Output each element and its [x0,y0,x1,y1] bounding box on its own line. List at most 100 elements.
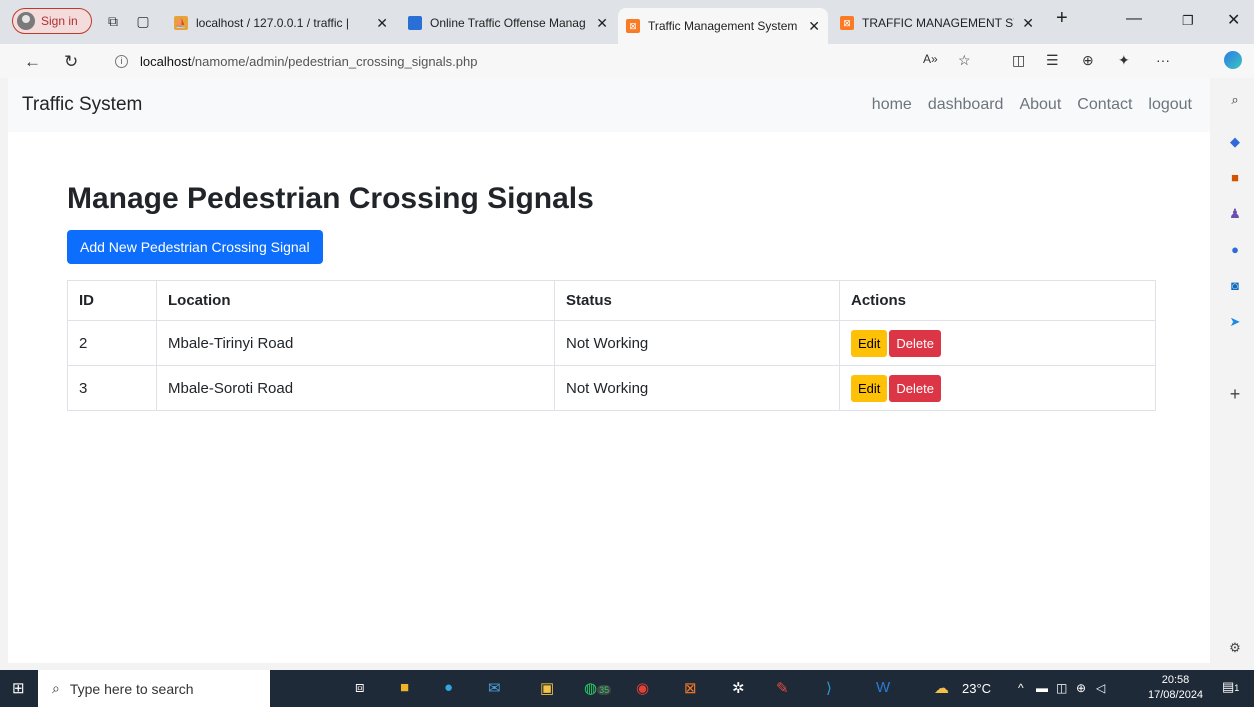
url-field[interactable]: i localhost/namome/admin/pedestrian_cros… [115,49,995,73]
cell-location: Mbale-Soroti Road [156,365,555,411]
figma-icon[interactable]: ✎ [776,679,789,699]
delete-button[interactable]: Delete [889,329,941,357]
signals-table: ID Location Status Actions 2 Mbale-Tirin… [67,280,1156,411]
tools-icon[interactable]: ■ [1227,170,1243,186]
windows-taskbar: ⊞ ⌕ Type here to search ⧈ ■ ● ✉ ▣ ◍ 35 ◉ … [0,670,1254,707]
page-icon [408,16,422,30]
cell-actions: Edit Delete [839,365,1156,411]
microsoft-365-icon[interactable]: ● [1227,242,1243,258]
cell-actions: Edit Delete [839,320,1156,366]
clock-time: 20:58 [1161,674,1190,686]
mail-icon[interactable]: ✉ [488,679,501,699]
nav-link-home[interactable]: home [872,96,912,114]
windows-start-icon[interactable]: ⊞ [12,679,25,699]
volume-icon[interactable]: ◁ [1096,681,1105,701]
word-icon[interactable]: W [876,679,890,699]
weather-icon[interactable]: ☁ [934,679,949,699]
close-tab-icon[interactable]: ✕ [1014,15,1034,32]
outlook-icon[interactable]: ◙ [1227,278,1243,294]
sign-in-label: Sign in [41,14,78,28]
new-tab-icon[interactable]: + [1056,7,1068,30]
navbar-brand[interactable]: Traffic System [22,94,142,116]
workspaces-icon[interactable]: ⧉ [104,12,122,30]
tab-traffic-management-active[interactable]: ⊠ Traffic Management System ✕ [618,8,828,44]
extensions-icon[interactable]: ✦ [1118,52,1130,69]
favorite-star-icon[interactable]: ☆ [958,52,971,69]
favorites-icon[interactable]: ☰ [1046,52,1059,69]
edit-button[interactable]: Edit [851,374,888,402]
chrome-icon[interactable]: ◉ [636,679,649,699]
task-view-icon[interactable]: ⧈ [355,679,365,699]
minimize-icon[interactable]: — [1126,10,1142,28]
vscode-icon[interactable]: ⟩ [826,679,832,699]
close-window-icon[interactable]: ✕ [1227,10,1240,30]
file-explorer-icon[interactable]: ■ [400,679,409,699]
search-icon: ⌕ [52,680,60,696]
edge-icon[interactable]: ● [444,679,453,699]
nav-link-contact[interactable]: Contact [1077,96,1132,114]
language-globe-icon[interactable]: ⊕ [1076,681,1086,701]
tab-phpmyadmin[interactable]: ⛵ localhost / 127.0.0.1 / traffic | ✕ [166,8,396,38]
tab-traffic-management-sys[interactable]: ⊠ TRAFFIC MANAGEMENT SYS ✕ [832,8,1042,38]
phpmyadmin-icon: ⛵ [174,16,188,30]
taskbar-search-box[interactable]: ⌕ Type here to search [38,670,270,707]
info-icon[interactable]: i [115,54,128,68]
table-row: 3 Mbale-Soroti Road Not Working Edit Dele… [67,365,1156,411]
refresh-icon[interactable]: ↻ [64,52,78,72]
cell-status: Not Working [554,320,840,366]
whatsapp-icon[interactable]: ◍ 35 [584,679,612,699]
more-options-icon[interactable]: ··· [1156,52,1170,68]
store-icon[interactable]: ▣ [540,679,554,699]
tab-online-traffic[interactable]: Online Traffic Offense Manag ✕ [400,8,616,38]
back-arrow-icon[interactable]: ← [24,52,41,72]
search-placeholder: Type here to search [69,680,194,697]
close-tab-icon[interactable]: ✕ [588,15,608,32]
main-content: Manage Pedestrian Crossing Signals Add N… [67,182,1157,411]
table-header-row: ID Location Status Actions [67,280,1156,321]
network-icon[interactable]: ◫ [1056,681,1067,701]
cell-status: Not Working [554,365,840,411]
profile-avatar-icon [17,12,35,30]
tab-title: localhost / 127.0.0.1 / traffic | [196,16,349,30]
column-header-location: Location [156,280,555,321]
delete-button[interactable]: Delete [889,374,941,402]
read-aloud-icon[interactable]: A» [923,52,938,66]
edit-button[interactable]: Edit [851,329,888,357]
nav-link-dashboard[interactable]: dashboard [928,96,1004,114]
cell-id: 3 [67,365,157,411]
url-path: /namome/admin/pedestrian_crossing_signal… [191,53,478,69]
games-icon[interactable]: ♟ [1227,206,1243,222]
add-signal-button[interactable]: Add New Pedestrian Crossing Signal [67,230,323,264]
battery-icon[interactable]: ▬ [1036,681,1048,701]
close-tab-icon[interactable]: ✕ [368,15,388,32]
show-hidden-icons-icon[interactable]: ^ [1018,681,1024,701]
restore-icon[interactable]: ❐ [1182,13,1194,29]
page-viewport: Traffic System home dashboard About Cont… [8,78,1210,663]
collections-icon[interactable]: ⊕ [1082,52,1094,69]
close-tab-icon[interactable]: ✕ [800,18,820,35]
clock[interactable]: 20:58 17/08/2024 [1148,673,1203,703]
tab-title: TRAFFIC MANAGEMENT SYS [862,16,1015,30]
temperature[interactable]: 23°C [962,681,991,701]
shopping-tag-icon[interactable]: ◆ [1227,134,1243,150]
settings-gear-icon[interactable]: ⚙ [1227,640,1243,656]
sign-in-button[interactable]: Sign in [12,8,92,34]
copilot-icon[interactable] [1224,51,1242,69]
page-title: Manage Pedestrian Crossing Signals [67,182,594,215]
column-header-actions: Actions [839,280,1156,321]
whatsapp-badge: 35 [597,685,612,695]
cell-location: Mbale-Tirinyi Road [156,320,555,366]
notification-icon[interactable]: ▤1 [1222,679,1239,699]
settings-icon[interactable]: ✲ [732,679,745,699]
nav-link-logout[interactable]: logout [1148,96,1192,114]
nav-link-about[interactable]: About [1019,96,1061,114]
xampp-icon[interactable]: ⊠ [684,679,697,699]
tab-actions-icon[interactable]: ▢ [134,12,152,30]
search-icon[interactable]: ⌕ [1227,92,1243,108]
add-sidebar-app-icon[interactable]: + [1227,385,1243,403]
split-screen-icon[interactable]: ◫ [1012,52,1025,69]
xampp-icon: ⊠ [626,19,640,33]
send-icon[interactable]: ➤ [1227,314,1243,330]
table-row: 2 Mbale-Tirinyi Road Not Working Edit Del… [67,320,1156,366]
notification-count: 1 [1234,683,1240,693]
